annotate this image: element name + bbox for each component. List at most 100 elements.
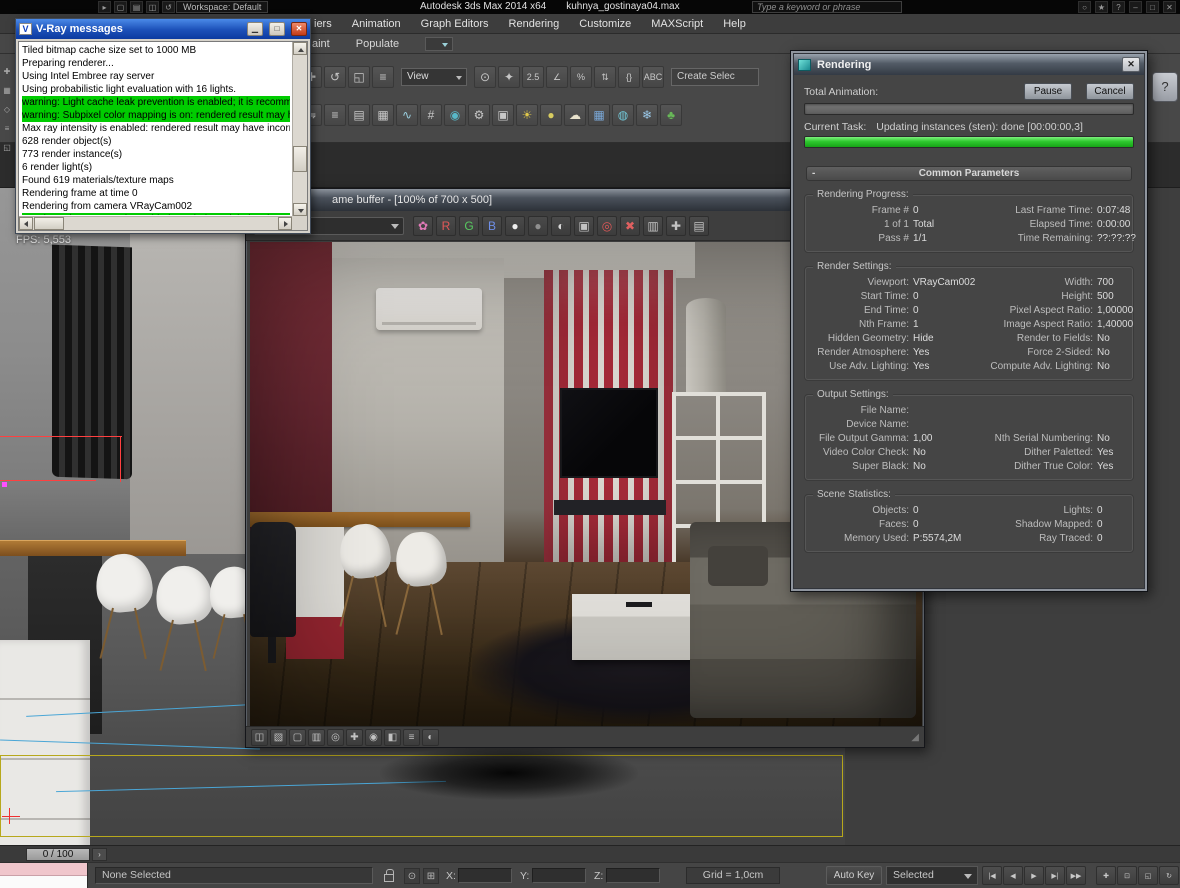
scroll-up-icon[interactable] xyxy=(293,42,307,55)
info-icon[interactable]: ◐ xyxy=(422,729,439,746)
next-frame-arrow[interactable]: › xyxy=(92,848,107,861)
zoom-image-icon[interactable]: ◉ xyxy=(365,729,382,746)
key-filter-dropdown[interactable]: Selected xyxy=(886,866,978,885)
save-image-icon[interactable]: ◫ xyxy=(251,729,268,746)
minimize-window-icon[interactable]: – xyxy=(1129,1,1142,13)
scrollbar-thumb[interactable] xyxy=(34,217,64,230)
menu-rendering[interactable]: Rendering xyxy=(499,14,570,34)
align-icon[interactable]: ≡ xyxy=(324,104,346,126)
snaps-toggle-icon[interactable]: 2.5 xyxy=(522,66,544,88)
pan-view-button[interactable]: ✚ xyxy=(1096,866,1116,885)
ribbon-tab-populate[interactable]: Populate xyxy=(356,38,399,50)
horizontal-scrollbar[interactable] xyxy=(19,216,292,230)
compare-ab-icon[interactable]: ◧ xyxy=(384,729,401,746)
coordinate-y-input[interactable] xyxy=(532,868,586,883)
orbit-view-button[interactable]: ↻ xyxy=(1159,866,1179,885)
layer-manager-icon[interactable]: ▤ xyxy=(348,104,370,126)
list-icon[interactable]: ≡ xyxy=(1,123,13,135)
monochrome-channel-button[interactable]: ● xyxy=(528,216,548,236)
communication-center-icon[interactable]: ★ xyxy=(1095,1,1108,13)
rendering-dialog[interactable]: Rendering ✕ Total Animation: Pause Cance… xyxy=(790,50,1148,592)
macro-recorder-pane[interactable] xyxy=(0,863,87,876)
menu-customize[interactable]: Customize xyxy=(569,14,641,34)
common-parameters-rollout[interactable]: - Common Parameters xyxy=(806,166,1132,181)
color-corrections-icon[interactable]: ✿ xyxy=(413,216,433,236)
selection-lock-icon[interactable] xyxy=(384,874,394,882)
reference-coordinate-dropdown[interactable]: View xyxy=(401,68,467,86)
select-and-scale-icon[interactable]: ◱ xyxy=(348,66,370,88)
close-button[interactable]: ✕ xyxy=(291,22,307,36)
play-button[interactable]: ▶ xyxy=(1024,866,1044,885)
minmax-icon[interactable]: ◱ xyxy=(1,142,13,154)
invert-colors-button[interactable]: ◐ xyxy=(551,216,571,236)
stamp-icon[interactable]: ≡ xyxy=(403,729,420,746)
vertical-scrollbar[interactable] xyxy=(292,42,307,216)
search-input[interactable] xyxy=(752,1,902,13)
spinner-snap-icon[interactable]: ⇅ xyxy=(594,66,616,88)
vray-messages-titlebar[interactable]: V V-Ray messages ▁ □ ✕ xyxy=(16,19,310,39)
absolute-offset-mode-icon[interactable]: ⊞ xyxy=(423,868,439,884)
percent-snap-icon[interactable]: % xyxy=(570,66,592,88)
track-mouse-icon[interactable]: ✚ xyxy=(666,216,686,236)
scroll-down-icon[interactable] xyxy=(293,203,307,216)
open-file-icon[interactable]: ▤ xyxy=(130,1,143,13)
help-panel-button[interactable]: ? xyxy=(1152,72,1178,102)
named-sets-abc-icon[interactable]: ABC xyxy=(642,66,664,88)
clear-buffer-icon[interactable]: ▢ xyxy=(289,729,306,746)
close-window-icon[interactable]: ✕ xyxy=(1163,1,1176,13)
render-region-icon[interactable]: ◎ xyxy=(597,216,617,236)
grid-snap-icon[interactable]: ▦ xyxy=(588,104,610,126)
cancel-button[interactable]: Cancel xyxy=(1086,83,1134,100)
curve-editor-icon[interactable]: ∿ xyxy=(396,104,418,126)
workspace-selector[interactable]: Workspace: Default xyxy=(176,1,268,13)
menu-help[interactable]: Help xyxy=(713,14,756,34)
duplicate-to-max-icon[interactable]: ▥ xyxy=(643,216,663,236)
region-render-icon[interactable]: ◎ xyxy=(327,729,344,746)
maxscript-mini-listener[interactable] xyxy=(0,863,88,888)
material-editor-icon[interactable]: ◉ xyxy=(444,104,466,126)
time-slider[interactable]: 0 / 100 xyxy=(26,848,90,861)
clear-image-icon[interactable]: ✖ xyxy=(620,216,640,236)
red-channel-button[interactable]: R xyxy=(436,216,456,236)
environment-icon[interactable]: ☁ xyxy=(564,104,586,126)
vray-messages-window[interactable]: V V-Ray messages ▁ □ ✕ Tiled bitmap cach… xyxy=(15,18,311,234)
resize-grip-icon[interactable]: ◢ xyxy=(911,732,919,743)
ribbon-tab-object-paint[interactable]: aint xyxy=(312,38,330,50)
application-menu-icon[interactable]: ▸ xyxy=(98,1,111,13)
coordinate-z-input[interactable] xyxy=(606,868,660,883)
rollout-collapse-icon[interactable]: - xyxy=(812,167,815,181)
use-pivot-center-icon[interactable]: ⊙ xyxy=(474,66,496,88)
maximize-window-icon[interactable]: □ xyxy=(1146,1,1159,13)
minimize-button[interactable]: ▁ xyxy=(247,22,263,36)
menu-graph-editors[interactable]: Graph Editors xyxy=(411,14,499,34)
help-icon[interactable]: ? xyxy=(1112,1,1125,13)
globe-icon[interactable]: ◍ xyxy=(612,104,634,126)
ribbon-options-dropdown[interactable] xyxy=(425,37,453,51)
select-by-name-icon[interactable]: ≡ xyxy=(372,66,394,88)
copy-image-icon[interactable]: ▥ xyxy=(308,729,325,746)
new-scene-icon[interactable]: ▢ xyxy=(114,1,127,13)
foliage-icon[interactable]: ♣ xyxy=(660,104,682,126)
green-channel-button[interactable]: G xyxy=(459,216,479,236)
next-frame-button[interactable]: ▶| xyxy=(1045,866,1065,885)
load-image-icon[interactable]: ▧ xyxy=(270,729,287,746)
show-pixel-info-icon[interactable]: ▣ xyxy=(574,216,594,236)
select-and-rotate-icon[interactable]: ↺ xyxy=(324,66,346,88)
rendered-frame-icon[interactable]: ▣ xyxy=(492,104,514,126)
light-sphere-icon[interactable]: ● xyxy=(540,104,562,126)
print-image-icon[interactable]: ▤ xyxy=(689,216,709,236)
snowflake-icon[interactable]: ❄ xyxy=(636,104,658,126)
menu-maxscript[interactable]: MAXScript xyxy=(641,14,713,34)
script-pane[interactable] xyxy=(0,876,87,888)
blue-channel-button[interactable]: B xyxy=(482,216,502,236)
close-button[interactable]: ✕ xyxy=(1122,57,1140,72)
maximize-button[interactable]: □ xyxy=(269,22,285,36)
auto-key-button[interactable]: Auto Key xyxy=(826,866,882,885)
render-setup-icon[interactable]: ⚙ xyxy=(468,104,490,126)
coordinate-x-input[interactable] xyxy=(458,868,512,883)
time-slider-bar[interactable]: 0 / 100 › xyxy=(0,845,1180,862)
scrollbar-thumb[interactable] xyxy=(293,146,307,172)
sun-light-icon[interactable]: ☀ xyxy=(516,104,538,126)
save-file-icon[interactable]: ◫ xyxy=(146,1,159,13)
selection-lock-toggle-icon[interactable]: ⊙ xyxy=(404,868,420,884)
